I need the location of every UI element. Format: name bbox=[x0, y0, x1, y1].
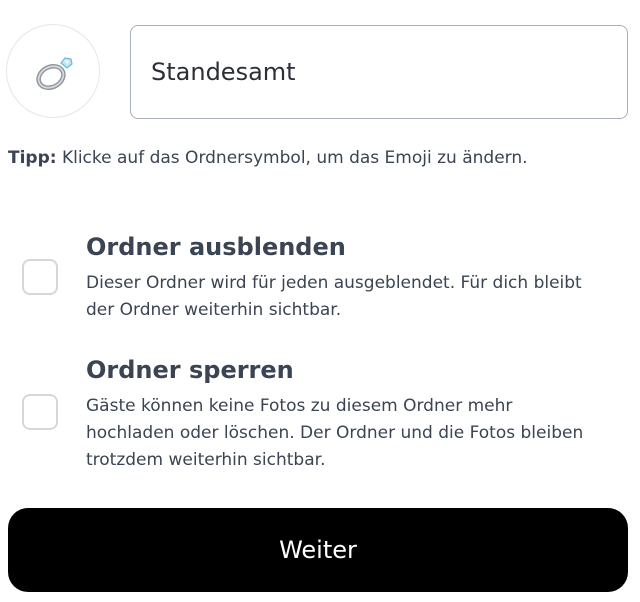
folder-emoji-button[interactable] bbox=[6, 24, 100, 118]
tip-text: Tipp: Klicke auf das Ordnersymbol, um da… bbox=[8, 148, 528, 168]
tip-label: Tipp: bbox=[8, 148, 57, 168]
lock-folder-title: Ordner sperren bbox=[86, 356, 294, 384]
ring-icon bbox=[36, 57, 73, 90]
folder-settings-page: Tipp: Klicke auf das Ordnersymbol, um da… bbox=[0, 0, 640, 602]
lock-folder-description: Gäste können keine Fotos zu diesem Ordne… bbox=[86, 396, 584, 470]
hide-folder-title: Ordner ausblenden bbox=[86, 233, 346, 261]
hide-folder-description: Dieser Ordner wird für jeden ausgeblende… bbox=[86, 273, 582, 320]
tip-message: Klicke auf das Ordnersymbol, um das Emoj… bbox=[56, 148, 528, 168]
hide-folder-checkbox[interactable] bbox=[22, 259, 58, 295]
continue-button[interactable]: Weiter bbox=[8, 508, 628, 592]
lock-folder-checkbox[interactable] bbox=[22, 394, 58, 430]
folder-name-input[interactable] bbox=[130, 25, 628, 119]
